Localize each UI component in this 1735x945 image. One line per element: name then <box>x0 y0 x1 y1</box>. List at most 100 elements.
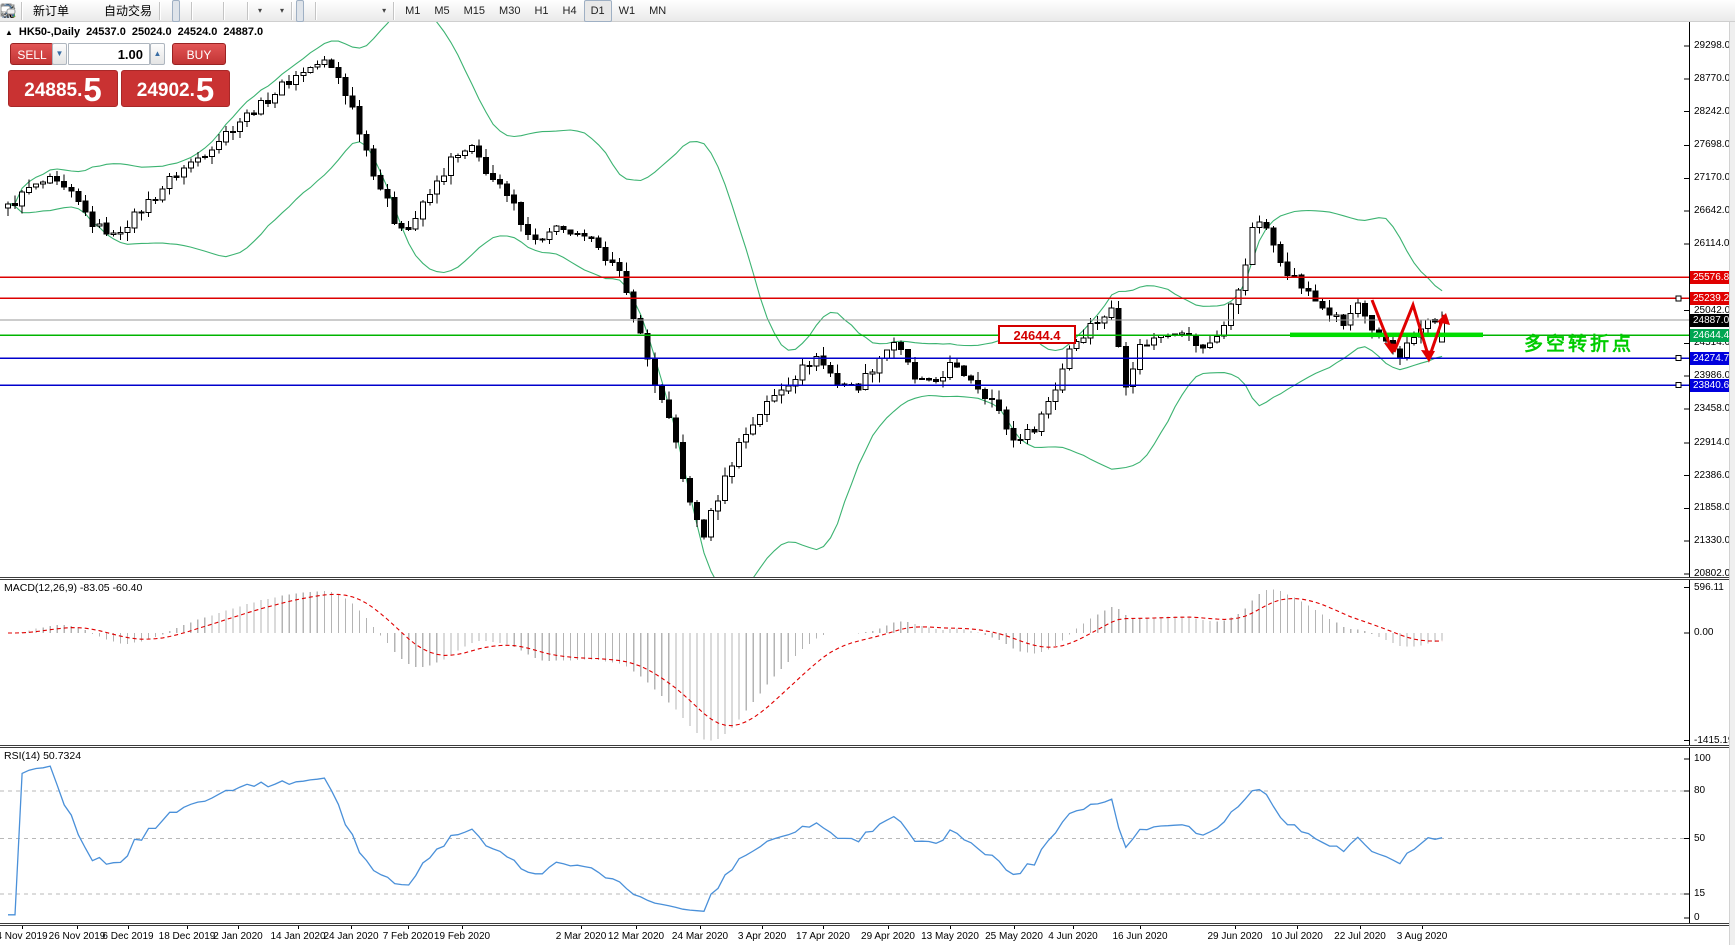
fibonacci-button[interactable]: F <box>1 0 360 22</box>
main-chart-canvas[interactable] <box>0 22 1690 579</box>
date-tick-mark <box>1360 926 1361 929</box>
date-tick-mark <box>581 926 582 929</box>
search-button[interactable] <box>2 0 1719 22</box>
timeframe-m30-button[interactable]: M30 <box>492 0 527 22</box>
date-label: 16 Jun 2020 <box>1112 931 1168 942</box>
new-order-button[interactable]: 新订单 <box>1 0 73 22</box>
date-tick-mark <box>408 926 409 929</box>
price-tick-label: 28242.0 <box>1694 105 1731 117</box>
cycles-clock-button[interactable] <box>1 0 274 22</box>
date-tick-mark <box>22 926 23 929</box>
text-button[interactable]: A <box>4 0 368 22</box>
timeframe-w1-button[interactable]: W1 <box>612 0 643 22</box>
dropdown-caret-icon: ▾ <box>258 6 263 15</box>
date-tick-mark <box>636 926 637 929</box>
autotrading-button[interactable]: 自动交易 <box>1 0 156 22</box>
vertical-line-button[interactable] <box>7 0 328 22</box>
auto-scroll-button[interactable] <box>1 0 236 22</box>
rsi-tick-label: 100 <box>1694 753 1711 764</box>
timeframe-m5-button[interactable]: M5 <box>427 0 456 22</box>
price-tick-label: 27698.0 <box>1694 139 1731 151</box>
toolbar-right <box>0 0 1727 22</box>
price-tick-label: 29298.0 <box>1694 40 1731 51</box>
date-label: 4 Nov 2019 <box>0 931 48 942</box>
price-annotation-box[interactable]: 24644.4 <box>998 325 1076 344</box>
zoom-out-button[interactable] <box>2 0 212 22</box>
tile-windows-button[interactable] <box>0 0 220 22</box>
rsi-pane-canvas[interactable] <box>0 748 1690 923</box>
date-label: 24 Jan 2020 <box>323 931 379 942</box>
date-label: 14 Jan 2020 <box>270 931 326 942</box>
price-tick-label: 22914.0 <box>1694 436 1731 448</box>
date-tick-mark <box>462 926 463 929</box>
date-label: 3 Aug 2020 <box>1396 931 1448 942</box>
date-label: 17 Apr 2020 <box>796 931 850 942</box>
buy-button[interactable]: BUY <box>172 43 226 65</box>
macd-tick-label: 596.11 <box>1694 581 1724 593</box>
volume-decrease-button[interactable]: ▼ <box>52 43 67 65</box>
toolbar-separator <box>247 1 250 20</box>
chart-shift-button[interactable] <box>2 0 244 22</box>
arrows-button[interactable]: ▾ <box>2 0 390 22</box>
bar-chart-button[interactable] <box>2 0 172 22</box>
date-tick-mark <box>1073 926 1074 929</box>
timeframe-h1-button[interactable]: H1 <box>527 0 555 22</box>
date-tick-mark <box>823 926 824 929</box>
timeframe-m15-button[interactable]: M15 <box>457 0 492 22</box>
line-handle[interactable] <box>1675 355 1682 362</box>
volume-input[interactable] <box>68 43 150 65</box>
price-tick-label: 21858.0 <box>1694 502 1731 514</box>
cursor-button[interactable] <box>4 0 305 22</box>
macd-histogram <box>14 589 1443 741</box>
date-axis[interactable]: 4 Nov 2019 26 Nov 2019 6 Dec 2019 18 Dec 20… <box>0 926 1735 945</box>
mt4-trading-app: 新订单自动交易▾▾EFAT▾M1M5M15M30H1H4D1W1MN 29298… <box>0 0 1735 945</box>
sell-button[interactable]: SELL <box>10 43 54 65</box>
macd-tick-label: 0.00 <box>1694 627 1714 638</box>
price-tick-label: 28770.0 <box>1694 72 1731 84</box>
line-chart-button[interactable] <box>1 0 188 22</box>
buy-price-display[interactable]: 24902. 5 <box>121 70 230 107</box>
zoom-in-button[interactable] <box>2 0 204 22</box>
date-label: 2 Jan 2020 <box>213 931 263 942</box>
candlestick-chart-button[interactable] <box>2 0 181 22</box>
signals-button[interactable] <box>1 0 97 22</box>
rsi-tick-label: 0 <box>1694 912 1700 923</box>
panel-collapse-arrow[interactable]: ▲ <box>5 28 13 37</box>
line-handle[interactable] <box>1675 382 1682 389</box>
price-tick-label: 21330.0 <box>1694 535 1731 547</box>
rsi-label: RSI(14) 50.7324 <box>4 750 82 762</box>
date-label: 13 May 2020 <box>921 931 979 942</box>
timeframe-h4-button[interactable]: H4 <box>556 0 584 22</box>
dropdown-caret-icon: ▾ <box>382 6 387 15</box>
ohlc-open: 24537.0 <box>86 26 126 38</box>
zigzag-arrows[interactable] <box>1370 299 1450 363</box>
timeframe-mn-button[interactable]: MN <box>642 0 673 22</box>
line-handle[interactable] <box>1675 295 1682 302</box>
macd-pane-canvas[interactable] <box>0 580 1690 745</box>
trend-line-button[interactable] <box>1 0 344 22</box>
date-tick-mark <box>1422 926 1423 929</box>
new-chart-button[interactable]: ▾ <box>1 0 266 22</box>
horizontal-line-button[interactable] <box>1 0 336 22</box>
timeframe-m1-button[interactable]: M1 <box>398 0 427 22</box>
toolbar-separator <box>223 1 226 20</box>
text-label-button[interactable]: T <box>0 0 376 22</box>
chat-button[interactable] <box>0 0 1727 22</box>
date-label: 2 Mar 2020 <box>555 931 607 942</box>
macd-label: MACD(12,26,9) -83.05 -60.40 <box>4 582 143 594</box>
metaquotes-app-button[interactable] <box>0 0 81 22</box>
rsi-tick-label: 80 <box>1694 784 1706 796</box>
equidistant-channel-button[interactable]: E <box>0 0 352 22</box>
date-tick-mark <box>700 926 701 929</box>
pivot-note-text[interactable]: 多空转折点 <box>1524 329 1634 356</box>
date-label: 22 Jul 2020 <box>1334 931 1386 942</box>
templates-button[interactable]: ▾ <box>0 0 288 22</box>
timeframe-d1-button[interactable]: D1 <box>583 0 612 22</box>
sell-price-display[interactable]: 24885. 5 <box>8 70 118 107</box>
crosshair-button[interactable] <box>1 0 312 22</box>
macd-tick-label: -1415.19 <box>1694 734 1734 746</box>
metaeditor-button[interactable] <box>1 0 89 22</box>
date-label: 7 Feb 2020 <box>382 931 434 942</box>
volume-increase-button[interactable]: ▲ <box>150 43 165 65</box>
toolbar-separator <box>393 1 396 20</box>
